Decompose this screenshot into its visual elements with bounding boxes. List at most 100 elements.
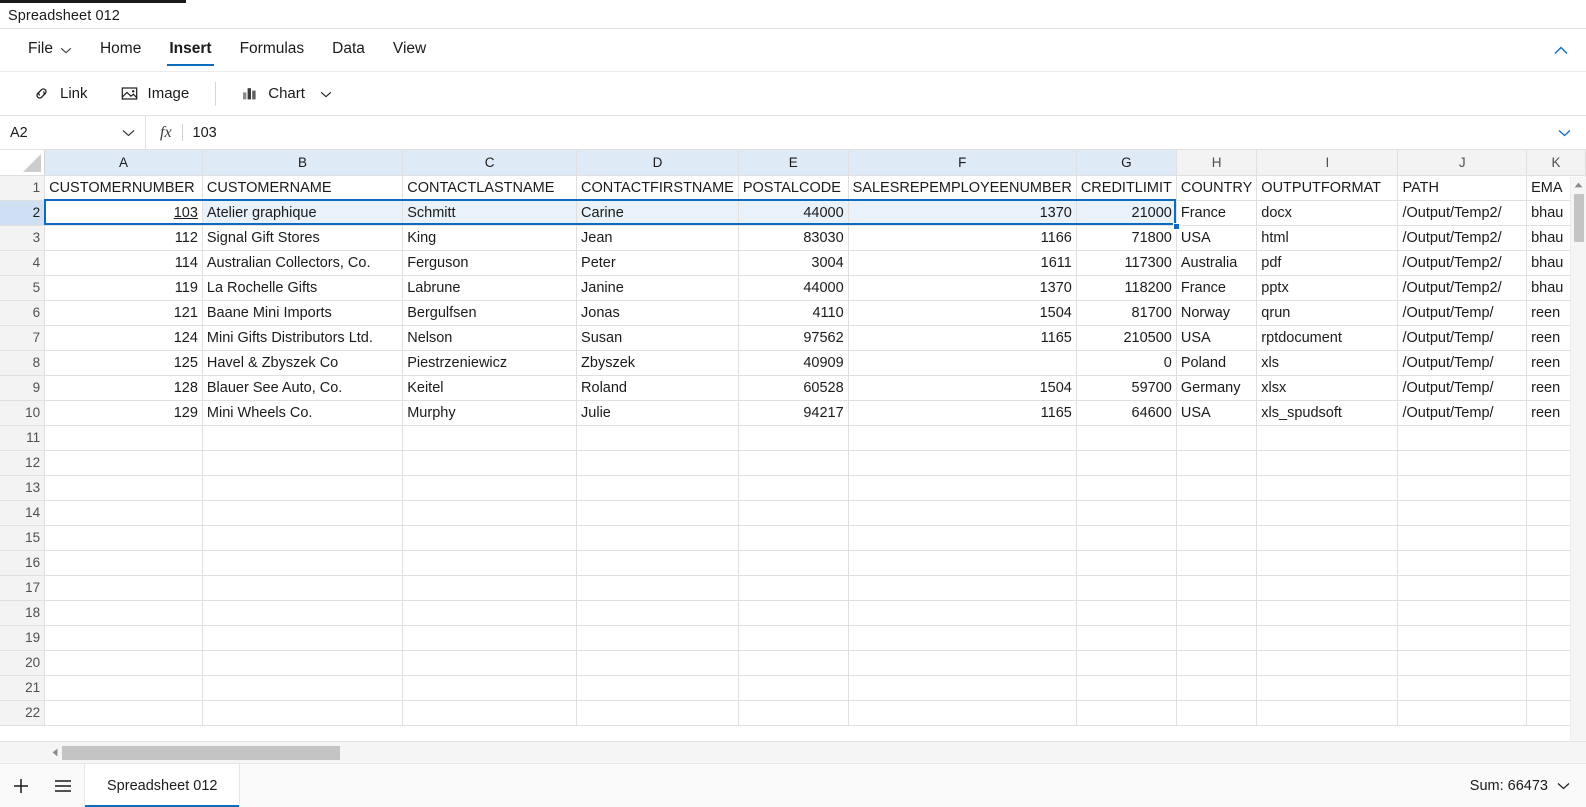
cell-B18[interactable] [202, 600, 404, 626]
cell-I21[interactable] [1256, 675, 1399, 701]
cell-A20[interactable] [44, 650, 203, 676]
cell-A17[interactable] [44, 575, 203, 601]
cell-C14[interactable] [402, 500, 578, 526]
horizontal-scrollbar[interactable] [0, 741, 1586, 763]
cell-I4[interactable]: pdf [1256, 250, 1399, 276]
cell-B10[interactable]: Mini Wheels Co. [202, 400, 404, 426]
ribbon-tab-insert[interactable]: Insert [155, 29, 225, 71]
cell-I10[interactable]: xls_spudsoft [1256, 400, 1399, 426]
cell-D21[interactable] [576, 675, 739, 701]
cell-D5[interactable]: Janine [576, 275, 739, 301]
cell-F9[interactable]: 1504 [848, 375, 1077, 401]
cell-C5[interactable]: Labrune [402, 275, 578, 301]
cell-H13[interactable] [1176, 475, 1258, 501]
cell-H18[interactable] [1176, 600, 1258, 626]
cell-A6[interactable]: 121 [44, 300, 203, 326]
cell-A16[interactable] [44, 550, 203, 576]
cell-E6[interactable]: 4110 [738, 300, 849, 326]
row-header-16[interactable]: 16 [0, 550, 46, 576]
cell-C16[interactable] [402, 550, 578, 576]
cell-B7[interactable]: Mini Gifts Distributors Ltd. [202, 325, 404, 351]
cell-J7[interactable]: /Output/Temp/ [1397, 325, 1528, 351]
cell-F6[interactable]: 1504 [848, 300, 1077, 326]
cell-D13[interactable] [576, 475, 739, 501]
row-header-19[interactable]: 19 [0, 625, 46, 651]
cell-E8[interactable]: 40909 [738, 350, 849, 376]
link-button[interactable]: Link [22, 79, 98, 108]
cell-I12[interactable] [1256, 450, 1399, 476]
fill-handle[interactable] [1173, 223, 1181, 230]
cell-C18[interactable] [402, 600, 578, 626]
row-header-13[interactable]: 13 [0, 475, 46, 501]
cell-F5[interactable]: 1370 [848, 275, 1077, 301]
cell-H15[interactable] [1176, 525, 1258, 551]
column-header-F[interactable]: F [848, 150, 1077, 176]
cell-G3[interactable]: 71800 [1076, 225, 1177, 251]
row-header-6[interactable]: 6 [0, 300, 46, 326]
cell-A15[interactable] [44, 525, 203, 551]
ribbon-tab-file[interactable]: File [14, 29, 86, 71]
cell-G9[interactable]: 59700 [1076, 375, 1177, 401]
cell-C11[interactable] [402, 425, 578, 451]
cell-G11[interactable] [1076, 425, 1177, 451]
cell-E9[interactable]: 60528 [738, 375, 849, 401]
cell-B9[interactable]: Blauer See Auto, Co. [202, 375, 404, 401]
cell-D12[interactable] [576, 450, 739, 476]
column-header-C[interactable]: C [402, 150, 578, 176]
cell-C6[interactable]: Bergulfsen [402, 300, 578, 326]
cell-H4[interactable]: Australia [1176, 250, 1258, 276]
cell-H12[interactable] [1176, 450, 1258, 476]
row-header-11[interactable]: 11 [0, 425, 46, 451]
cell-F17[interactable] [848, 575, 1077, 601]
cell-A14[interactable] [44, 500, 203, 526]
row-header-17[interactable]: 17 [0, 575, 46, 601]
cell-A5[interactable]: 119 [44, 275, 203, 301]
row-header-10[interactable]: 10 [0, 400, 46, 426]
cell-F1[interactable]: SALESREPEMPLOYEENUMBER [848, 175, 1077, 201]
formula-input-area[interactable]: fx 103 [146, 116, 1586, 149]
cell-B1[interactable]: CUSTOMERNAME [202, 175, 404, 201]
ribbon-tab-data[interactable]: Data [318, 29, 379, 71]
cell-F7[interactable]: 1165 [848, 325, 1077, 351]
ribbon-collapse-button[interactable] [1550, 39, 1572, 61]
cell-C12[interactable] [402, 450, 578, 476]
cell-I8[interactable]: xls [1256, 350, 1399, 376]
cell-H17[interactable] [1176, 575, 1258, 601]
row-header-5[interactable]: 5 [0, 275, 46, 301]
cell-C20[interactable] [402, 650, 578, 676]
cell-J11[interactable] [1397, 425, 1528, 451]
cell-B15[interactable] [202, 525, 404, 551]
cell-A3[interactable]: 112 [44, 225, 203, 251]
cell-H16[interactable] [1176, 550, 1258, 576]
cell-C17[interactable] [402, 575, 578, 601]
select-all-corner[interactable] [0, 150, 46, 176]
cell-E10[interactable]: 94217 [738, 400, 849, 426]
column-header-E[interactable]: E [738, 150, 849, 176]
row-header-4[interactable]: 4 [0, 250, 46, 276]
scroll-up-button[interactable] [1571, 177, 1586, 192]
cell-J10[interactable]: /Output/Temp/ [1397, 400, 1528, 426]
cell-E5[interactable]: 44000 [738, 275, 849, 301]
column-header-I[interactable]: I [1256, 150, 1399, 176]
cell-A19[interactable] [44, 625, 203, 651]
cell-G21[interactable] [1076, 675, 1177, 701]
cell-E13[interactable] [738, 475, 849, 501]
cell-E1[interactable]: POSTALCODE [738, 175, 849, 201]
cell-D4[interactable]: Peter [576, 250, 739, 276]
cell-H21[interactable] [1176, 675, 1258, 701]
row-header-7[interactable]: 7 [0, 325, 46, 351]
cell-I11[interactable] [1256, 425, 1399, 451]
cell-I19[interactable] [1256, 625, 1399, 651]
cell-G17[interactable] [1076, 575, 1177, 601]
cell-B13[interactable] [202, 475, 404, 501]
cell-I15[interactable] [1256, 525, 1399, 551]
scroll-left-button[interactable] [48, 746, 62, 760]
row-header-14[interactable]: 14 [0, 500, 46, 526]
name-box[interactable]: A2 [0, 116, 146, 149]
cell-J13[interactable] [1397, 475, 1528, 501]
cell-C4[interactable]: Ferguson [402, 250, 578, 276]
cell-F18[interactable] [848, 600, 1077, 626]
cell-C22[interactable] [402, 700, 578, 726]
column-header-A[interactable]: A [44, 150, 203, 176]
cell-F15[interactable] [848, 525, 1077, 551]
